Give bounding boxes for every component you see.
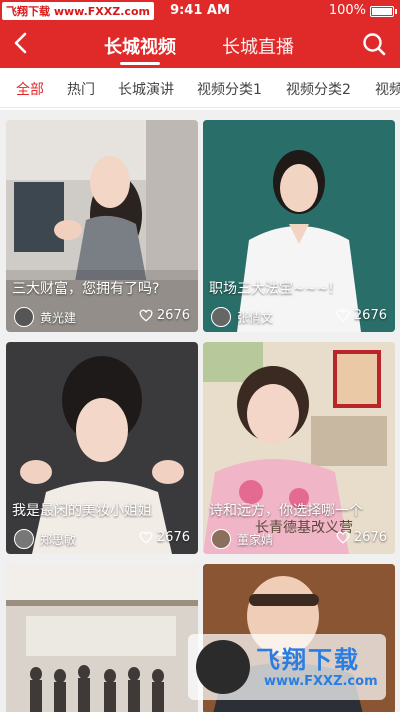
category-all[interactable]: 全部 [16,79,44,99]
video-grid: 三大财富，您拥有了吗? 黄光建 2676 职场三大法宝~~~! 张倩文 2676… [0,110,400,712]
author-name: 郑思敏 [40,533,77,547]
category-bar: 全部 热门 长城演讲 视频分类1 视频分类2 视频 [0,68,400,108]
video-thumbnail [203,120,395,332]
like-count[interactable]: 2676 [336,308,387,323]
video-title: 诗和远方，你选择哪一个 [209,503,363,519]
author-name: 董家婧 [237,533,274,547]
watermark-logo-url: www.FXXZ.com [264,674,378,689]
author-name: 黄光建 [40,311,77,325]
tab-live[interactable]: 长城直播 [222,33,294,59]
like-count-value: 2676 [156,308,190,323]
video-title: 职场三大法宝~~~! [209,281,334,297]
video-card[interactable] [6,564,198,712]
watermark-logo: 飞翔下载 www.FXXZ.com [188,634,386,700]
logo-mark-icon [196,640,250,694]
video-thumbnail: 长青德基改义营 [203,342,395,554]
video-title: 三大财富，您拥有了吗? [12,281,160,297]
tab-videos[interactable]: 长城视频 [104,33,176,59]
heart-icon [139,309,153,322]
category-hot[interactable]: 热门 [67,79,95,99]
video-thumbnail [6,342,198,554]
watermark-logo-text: 飞翔下载 [256,646,360,674]
chevron-left-icon [14,32,27,54]
card-footer: 黄光建 2676 [6,302,198,332]
category-speech[interactable]: 长城演讲 [118,79,174,99]
card-footer: 张倩文 2676 [203,302,395,332]
search-icon [363,33,386,56]
video-thumbnail [6,564,198,712]
author-name: 张倩文 [237,311,274,325]
video-card[interactable]: 三大财富，您拥有了吗? 黄光建 2676 [6,120,198,332]
top-nav: 长城视频 长城直播 [0,22,400,68]
like-count[interactable]: 2676 [336,530,387,545]
status-bar: 飞翔下载 www.FXXZ.com 9:41 AM 100% [0,0,400,22]
video-title: 我是最闲的美妆小姐姐 [12,503,152,519]
avatar [211,307,231,327]
video-card[interactable]: 我是最闲的美妆小姐姐 郑思敏 2676 [6,342,198,554]
battery-icon [370,6,397,17]
card-footer: 董家婧 2676 [203,524,395,554]
like-count-value: 2676 [353,308,387,323]
category-video-1[interactable]: 视频分类1 [197,79,262,99]
category-video-2[interactable]: 视频分类2 [286,79,351,99]
video-card[interactable]: 长青德基改义营 诗和远方，你选择哪一个 董家婧 2676 [203,342,395,554]
like-count[interactable]: 2676 [139,530,190,545]
avatar [14,307,34,327]
avatar [14,529,34,549]
battery-percent: 100% [328,3,366,18]
video-thumbnail [6,120,198,332]
card-footer: 郑思敏 2676 [6,524,198,554]
back-button[interactable] [6,28,36,58]
like-count-value: 2676 [156,530,190,545]
avatar [211,529,231,549]
app-header: 飞翔下载 www.FXXZ.com 9:41 AM 100% 长城视频 长城直播 [0,0,400,68]
heart-icon [336,531,350,544]
like-count[interactable]: 2676 [139,308,190,323]
active-tab-indicator [120,62,160,65]
heart-icon [336,309,350,322]
search-button[interactable] [360,30,388,58]
category-video-more[interactable]: 视频 [375,79,400,99]
like-count-value: 2676 [353,530,387,545]
heart-icon [139,531,153,544]
video-card[interactable]: 职场三大法宝~~~! 张倩文 2676 [203,120,395,332]
